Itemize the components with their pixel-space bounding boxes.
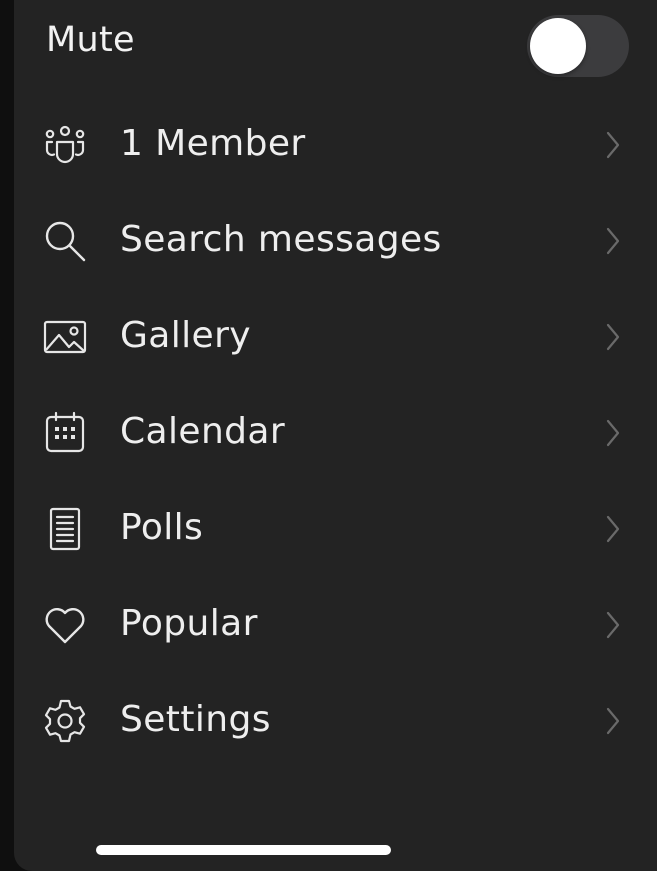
chevron-right-icon <box>604 610 622 640</box>
menu-item-label: Settings <box>120 699 271 740</box>
menu-item-settings[interactable]: Settings <box>14 672 657 768</box>
heart-icon <box>42 602 88 648</box>
mute-row: Mute <box>14 0 657 84</box>
menu-item-label: Polls <box>120 507 204 548</box>
chevron-right-icon <box>604 130 622 160</box>
menu-item-search-messages[interactable]: Search messages <box>14 192 657 288</box>
mute-toggle-knob <box>530 18 586 74</box>
menu-item-calendar[interactable]: Calendar <box>14 384 657 480</box>
gallery-icon <box>42 314 88 360</box>
menu-item-members[interactable]: 1 Member <box>14 96 657 192</box>
home-indicator[interactable] <box>96 845 391 855</box>
chevron-right-icon <box>604 514 622 544</box>
side-panel: Mute 1 Member Search messages Gallery Ca… <box>14 0 657 871</box>
menu-item-polls[interactable]: Polls <box>14 480 657 576</box>
calendar-icon <box>42 410 88 456</box>
chevron-right-icon <box>604 706 622 736</box>
chevron-right-icon <box>604 418 622 448</box>
menu-item-label: Popular <box>120 603 258 644</box>
menu-item-popular[interactable]: Popular <box>14 576 657 672</box>
mute-toggle[interactable] <box>527 15 629 77</box>
chevron-right-icon <box>604 322 622 352</box>
polls-icon <box>42 506 88 552</box>
menu-item-label: Gallery <box>120 315 252 356</box>
search-icon <box>42 218 88 264</box>
menu-item-label: 1 Member <box>120 123 306 164</box>
menu-list: 1 Member Search messages Gallery Calenda… <box>14 96 657 768</box>
members-icon <box>42 122 88 168</box>
gear-icon <box>42 698 88 744</box>
chevron-right-icon <box>604 226 622 256</box>
menu-item-label: Search messages <box>120 219 442 260</box>
menu-item-gallery[interactable]: Gallery <box>14 288 657 384</box>
menu-item-label: Calendar <box>120 411 286 452</box>
mute-label: Mute <box>46 20 135 60</box>
